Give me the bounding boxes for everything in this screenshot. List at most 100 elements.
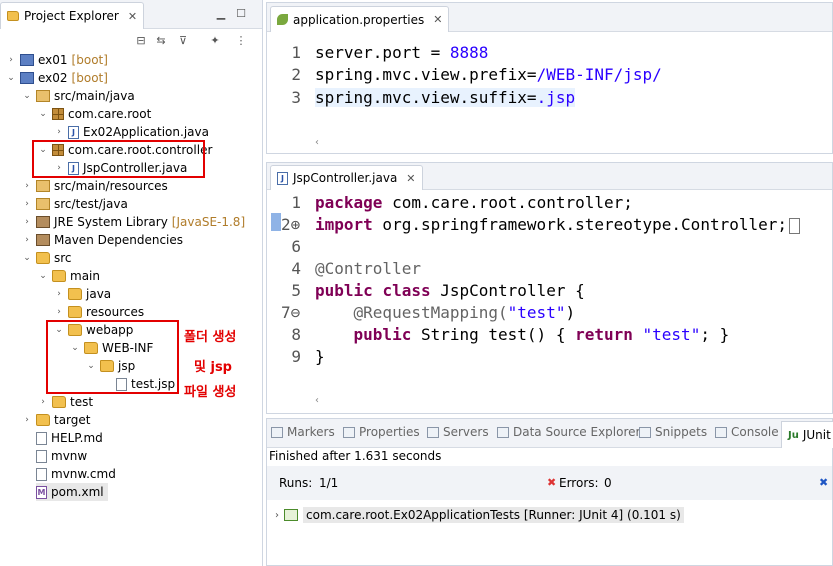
chevron-down-icon[interactable]: ⌄ xyxy=(22,249,32,267)
focus-icon[interactable]: ✦ xyxy=(208,34,222,48)
chevron-down-icon[interactable]: ⌄ xyxy=(6,69,16,87)
markers-icon xyxy=(271,426,283,438)
code-line-import[interactable]: import org.springframework.stereotype.Co… xyxy=(315,215,801,234)
tree-item-maven-dependencies[interactable]: › Maven Dependencies xyxy=(22,231,183,249)
code-text: String test() { xyxy=(411,325,576,344)
close-icon[interactable]: ✕ xyxy=(128,10,137,23)
tree-item-target[interactable]: › target xyxy=(22,411,90,429)
maximize-icon[interactable]: ☐ xyxy=(234,7,248,21)
tree-item-ex02[interactable]: ⌄ ex02 [boot] xyxy=(6,69,108,87)
chevron-right-icon[interactable]: › xyxy=(22,231,32,249)
tree-item-ex02application[interactable]: › J Ex02Application.java xyxy=(54,123,209,141)
tab-label: Snippets xyxy=(655,425,708,439)
chevron-right-icon[interactable]: › xyxy=(22,213,32,231)
view-menu-icon[interactable]: ⋮ xyxy=(234,34,248,48)
scroll-left-icon[interactable]: ‹ xyxy=(315,137,319,151)
runs-label: Runs: xyxy=(279,476,313,490)
code-text: JspController { xyxy=(430,281,585,300)
code-line-class[interactable]: public class JspController { xyxy=(315,281,585,300)
tab-junit[interactable]: Ju JUnit xyxy=(781,421,833,448)
tab-snippets[interactable]: Snippets xyxy=(639,425,707,439)
tree-item-label: pom.xml xyxy=(51,485,104,499)
property-equals: = xyxy=(526,88,537,107)
change-marker-icon xyxy=(271,213,281,231)
code-line-close[interactable]: } xyxy=(315,347,325,366)
runs-value: 1/1 xyxy=(319,476,339,490)
tree-item-suffix: [JavaSE-1.8] xyxy=(171,215,246,229)
tree-item-label: resources xyxy=(86,305,145,319)
tree-item-src[interactable]: ⌄ src xyxy=(22,249,71,267)
tree-item-src-test-java[interactable]: › src/test/java xyxy=(22,195,128,213)
folded-imports-icon[interactable] xyxy=(789,217,801,234)
tab-servers[interactable]: Servers xyxy=(427,425,489,439)
tree-item-help-md[interactable]: HELP.md xyxy=(36,429,103,447)
library-icon xyxy=(36,216,50,228)
tab-jspcontroller[interactable]: J JspController.java ✕ xyxy=(270,165,423,190)
tree-item-test[interactable]: › test xyxy=(38,393,93,411)
tree-item-label: com.care.root xyxy=(68,107,152,121)
tab-application-properties[interactable]: application.properties ✕ xyxy=(270,6,450,32)
code-line-annotation[interactable]: @Controller xyxy=(315,259,421,278)
tree-item-main[interactable]: ⌄ main xyxy=(38,267,100,285)
tab-project-explorer[interactable]: Project Explorer ✕ xyxy=(0,2,145,29)
close-icon[interactable]: ✕ xyxy=(406,172,415,185)
java-file-icon: J xyxy=(68,125,79,139)
tree-item-mvnw[interactable]: mvnw xyxy=(36,447,87,465)
project-explorer-panel: Project Explorer ✕ ▁ ☐ ⊟ ⇆ ⊽ ✦ ⋮ › ex01 … xyxy=(0,0,263,566)
chevron-down-icon[interactable]: ⌄ xyxy=(38,267,48,285)
collapse-all-icon[interactable]: ⊟ xyxy=(134,34,148,48)
chevron-right-icon[interactable]: › xyxy=(54,303,64,321)
scroll-left-icon[interactable]: ‹ xyxy=(315,395,319,409)
tab-properties[interactable]: Properties xyxy=(343,425,420,439)
close-icon[interactable]: ✕ xyxy=(433,13,442,26)
tree-item-resources[interactable]: › resources xyxy=(54,303,144,321)
chevron-down-icon[interactable]: ⌄ xyxy=(22,87,32,105)
tab-label: JspController.java xyxy=(293,171,398,185)
chevron-right-icon[interactable]: › xyxy=(6,51,16,69)
chevron-right-icon[interactable]: › xyxy=(22,411,32,429)
file-icon xyxy=(36,449,47,463)
tab-label: JUnit xyxy=(802,428,831,442)
errors-label: Errors: xyxy=(559,476,599,490)
tab-console[interactable]: Console xyxy=(715,425,779,439)
tree-item-pom-xml[interactable]: M pom.xml xyxy=(36,483,108,501)
tree-item-jre-system-library[interactable]: › JRE System Library [JavaSE-1.8] xyxy=(22,213,245,231)
tree-item-ex01[interactable]: › ex01 [boot] xyxy=(6,51,108,69)
tree-item-java[interactable]: › java xyxy=(54,285,111,303)
code-line-method[interactable]: public String test() { return "test"; } xyxy=(315,325,730,344)
link-with-editor-icon[interactable]: ⇆ xyxy=(154,34,168,48)
tab-label: Servers xyxy=(443,425,489,439)
property-key: spring.mvc.view.suffix xyxy=(315,88,527,107)
chevron-right-icon[interactable]: › xyxy=(54,285,64,303)
code-line-package[interactable]: package com.care.root.controller; xyxy=(315,193,633,212)
tab-markers[interactable]: Markers xyxy=(271,425,335,439)
test-result-label: com.care.root.Ex02ApplicationTests [Runn… xyxy=(303,507,684,523)
editor-jspcontroller[interactable]: J JspController.java ✕ 1 2⊕ 4 5 7⊖ 8 9 6… xyxy=(266,162,833,414)
chevron-right-icon[interactable]: › xyxy=(54,123,64,141)
tree-item-com-care-root[interactable]: ⌄ com.care.root xyxy=(38,105,151,123)
servers-icon xyxy=(427,426,439,438)
property-value: /WEB-INF/jsp/ xyxy=(536,65,662,84)
minimize-icon[interactable]: ▁ xyxy=(214,7,228,21)
tree-item-mvnw-cmd[interactable]: mvnw.cmd xyxy=(36,465,116,483)
chevron-down-icon[interactable]: ⌄ xyxy=(38,105,48,123)
chevron-right-icon[interactable]: › xyxy=(38,393,48,411)
tree-item-src-main-java[interactable]: ⌄ src/main/java xyxy=(22,87,135,105)
code-line-2[interactable]: spring.mvc.view.prefix=/WEB-INF/jsp/ xyxy=(315,65,662,84)
keyword: import xyxy=(315,215,373,234)
code-line-3[interactable]: spring.mvc.view.suffix=.jsp xyxy=(315,88,576,107)
code-line-1[interactable]: server.port = 8888 xyxy=(315,43,488,62)
tree-item-label: test xyxy=(70,395,94,409)
chevron-right-icon[interactable]: › xyxy=(22,177,32,195)
chevron-right-icon[interactable]: › xyxy=(22,195,32,213)
line-number[interactable]: 7⊖ xyxy=(281,303,311,322)
editor-application-properties[interactable]: application.properties ✕ 1 2 3 server.po… xyxy=(266,2,833,154)
junit-result-row[interactable]: › com.care.root.Ex02ApplicationTests [Ru… xyxy=(267,505,833,525)
database-icon xyxy=(497,426,509,438)
chevron-right-icon[interactable]: › xyxy=(275,510,279,521)
tree-item-src-main-resources[interactable]: › src/main/resources xyxy=(22,177,168,195)
line-number[interactable]: 2⊕ xyxy=(281,215,311,234)
filter-icon[interactable]: ⊽ xyxy=(176,34,190,48)
tab-data-source-explorer[interactable]: Data Source Explorer xyxy=(497,425,640,439)
code-line-requestmapping[interactable]: @RequestMapping("test") xyxy=(315,303,576,322)
